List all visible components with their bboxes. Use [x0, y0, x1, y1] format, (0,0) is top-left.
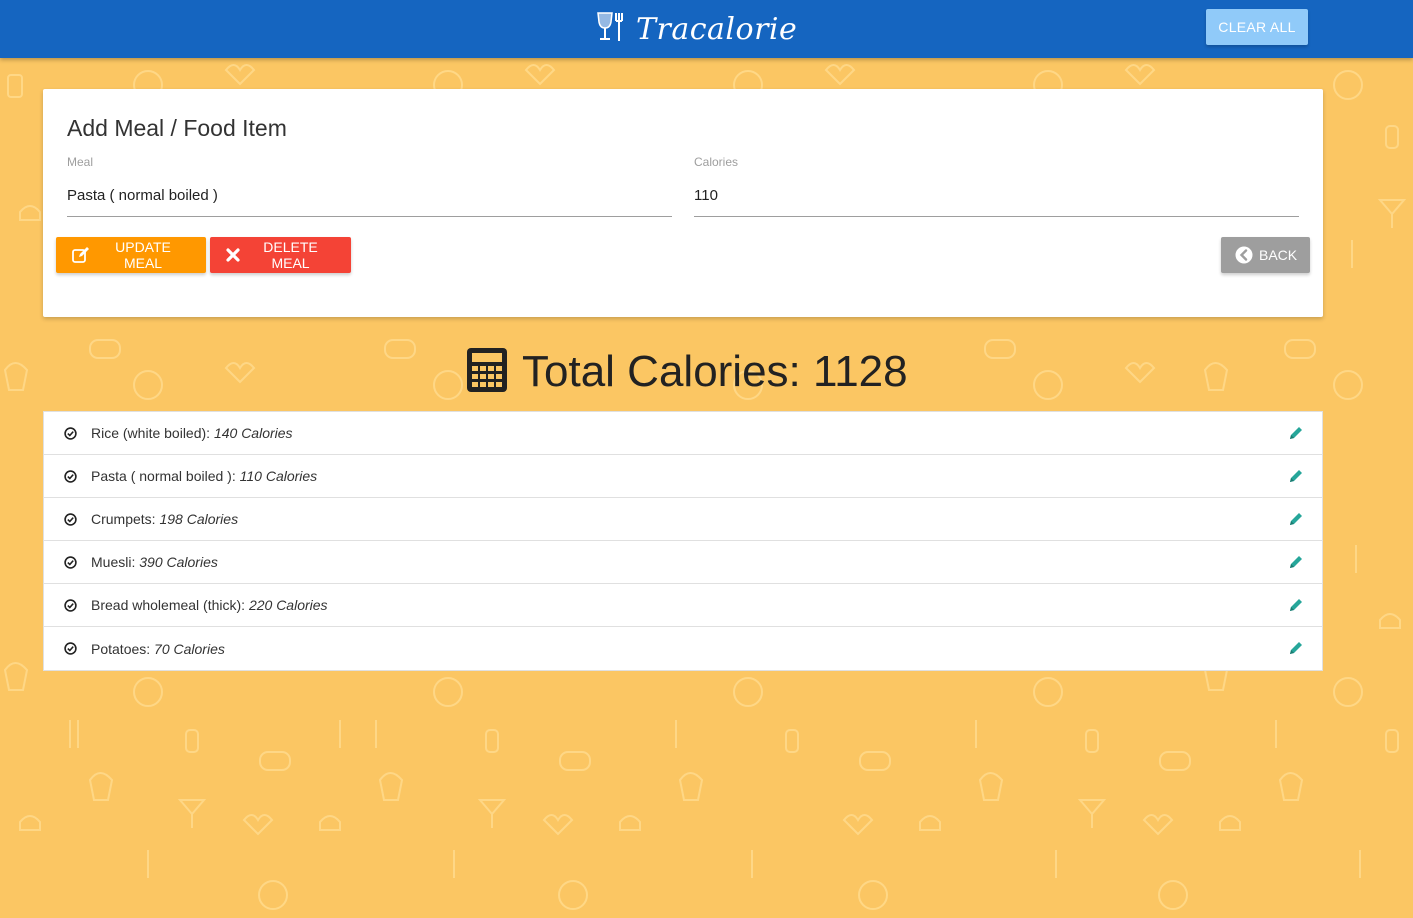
calories-field: Calories [694, 155, 1299, 217]
item-calories: 390 Calories [139, 554, 218, 570]
item-calories: 220 Calories [248, 597, 328, 613]
item-calories: 70 Calories [154, 640, 225, 657]
delete-meal-label: DELETE MEAL [263, 239, 318, 271]
back-button[interactable]: BACK [1221, 237, 1310, 273]
chevron-circle-left-icon [1235, 246, 1253, 264]
update-meal-label: UPDATE MEAL [115, 239, 171, 271]
back-label: BACK [1259, 247, 1298, 263]
list-item: Muesli: 390 Calories [44, 541, 1322, 584]
glass-fork-icon [596, 11, 626, 48]
item-calories: 140 Calories [213, 425, 293, 441]
list-item: Rice (white boiled): 140 Calories [44, 412, 1322, 455]
brand[interactable]: Tracalorie [596, 6, 797, 52]
pencil-icon[interactable] [1288, 554, 1304, 575]
check-circle-icon [64, 513, 77, 531]
check-circle-icon [64, 556, 77, 574]
calories-input[interactable] [694, 183, 1299, 217]
update-meal-button[interactable]: UPDATE MEAL [56, 237, 206, 273]
check-circle-icon [64, 642, 77, 660]
clear-all-button[interactable]: CLEAR ALL [1206, 9, 1308, 45]
item-calories: 110 Calories [239, 468, 318, 484]
check-circle-icon [64, 470, 77, 488]
edit-square-icon [72, 247, 90, 263]
check-circle-icon [64, 427, 77, 445]
meal-label: Meal [67, 155, 94, 169]
check-circle-icon [64, 599, 77, 617]
pencil-icon[interactable] [1288, 468, 1304, 489]
item-name: Rice (white boiled): [91, 425, 211, 441]
pencil-icon[interactable] [1288, 425, 1304, 446]
pencil-icon[interactable] [1288, 597, 1304, 618]
total-calories-text: Total Calories: 1128 [522, 347, 908, 396]
list-item: Potatoes: 70 Calories [44, 627, 1322, 670]
list-item: Pasta ( normal boiled ): 110 Calories [44, 455, 1322, 498]
item-name: Pasta ( normal boiled ): [91, 468, 236, 484]
brand-name: Tracalorie [636, 11, 798, 47]
item-name: Bread wholemeal (thick): [91, 597, 246, 613]
times-icon [226, 248, 240, 262]
list-item: Crumpets: 198 Calories [44, 498, 1322, 541]
add-meal-card: Add Meal / Food Item Meal Calories UPDAT… [43, 89, 1323, 317]
list-item: Bread wholemeal (thick): 220 Calories [44, 584, 1322, 627]
card-title: Add Meal / Food Item [67, 115, 287, 141]
total-calories: Total Calories: 1128 [466, 344, 908, 400]
calculator-icon [466, 347, 508, 398]
meal-input[interactable] [67, 183, 672, 217]
delete-meal-button[interactable]: DELETE MEAL [210, 237, 351, 273]
item-name: Potatoes: [91, 640, 151, 657]
calories-label: Calories [694, 155, 739, 169]
item-name: Crumpets: [91, 511, 156, 527]
meal-field: Meal [67, 155, 672, 217]
pencil-icon[interactable] [1288, 511, 1304, 532]
pencil-icon[interactable] [1288, 640, 1304, 661]
navbar: Tracalorie CLEAR ALL [0, 0, 1413, 58]
meal-list: Rice (white boiled): 140 Calories Pasta … [43, 411, 1323, 671]
item-calories: 198 Calories [159, 511, 239, 527]
item-name: Muesli: [91, 554, 136, 570]
